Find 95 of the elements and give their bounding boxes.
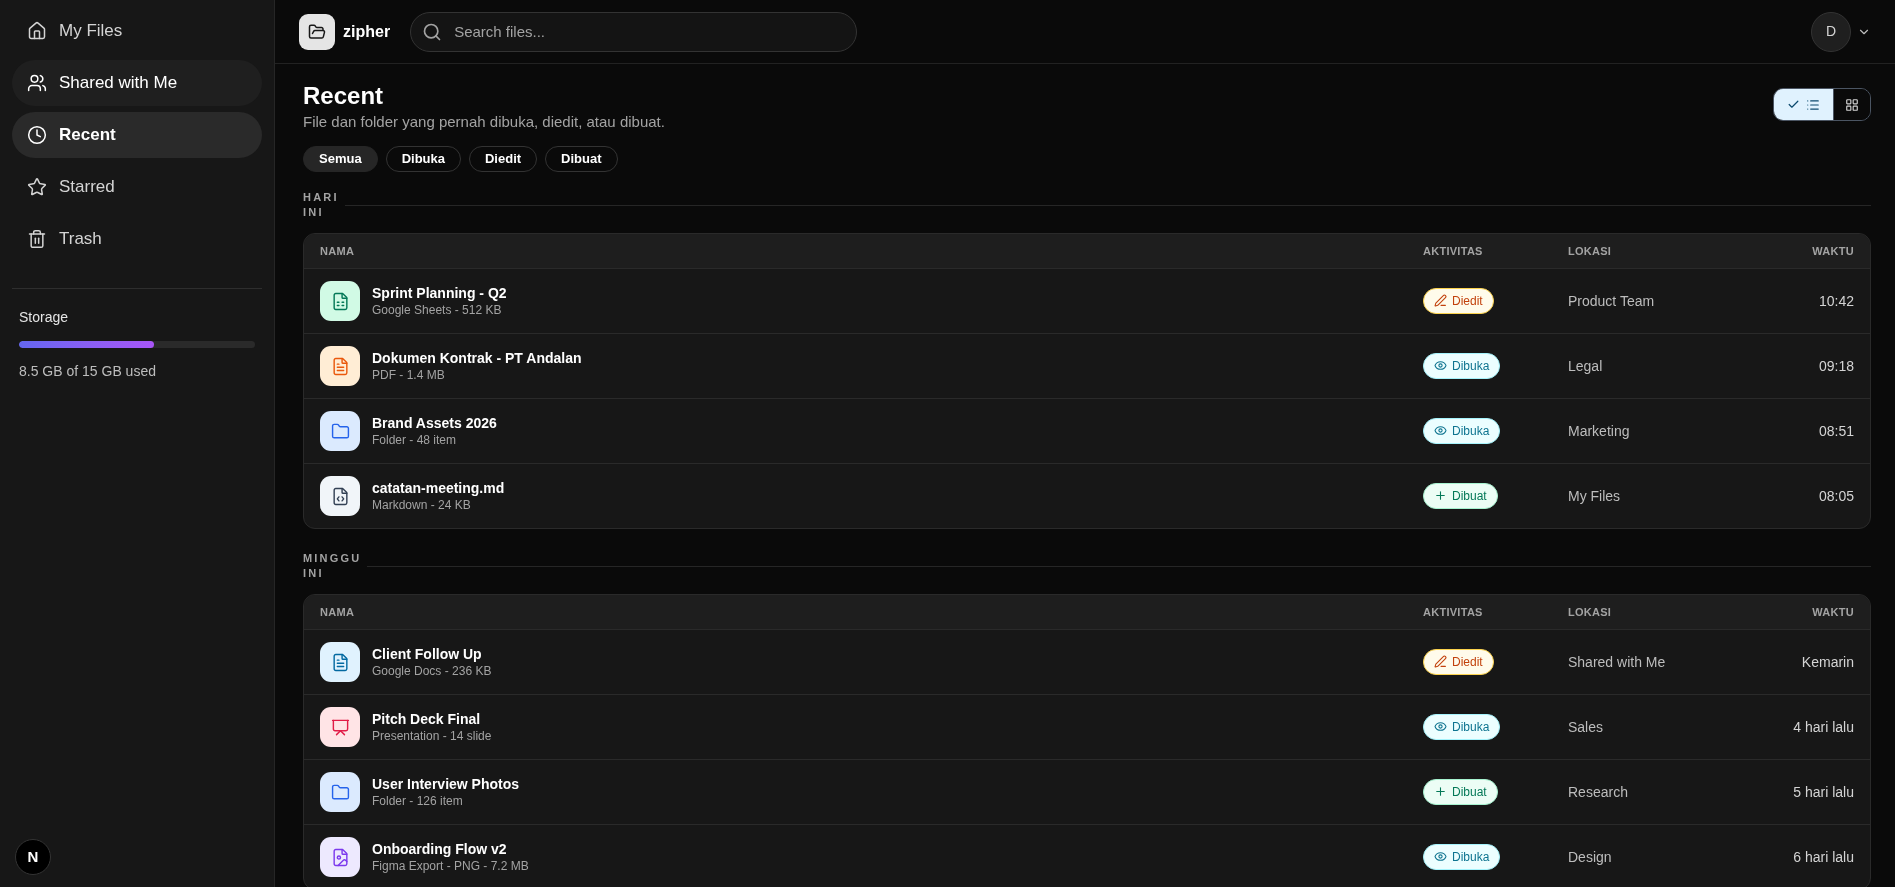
storage-usage: 8.5 GB of 15 GB used [19,362,157,381]
column-header: LOKASI [1568,604,1612,620]
file-meta: Figma Export - PNG - 7.2 MB [372,858,529,874]
file-name[interactable]: Brand Assets 2026 [372,414,497,432]
activity-tag: Dibuat [1423,778,1498,805]
column-header: LOKASI [1568,243,1612,259]
location-text: Sales [1568,717,1604,737]
filter-chip[interactable]: Dibuat [545,146,618,172]
time-text: 08:51 [1818,421,1854,441]
presentation-icon [320,707,360,747]
file-name[interactable]: Dokumen Kontrak - PT Andalan [372,349,582,367]
activity-tag: Diedit [1423,648,1494,675]
home-icon [27,21,47,41]
folder-icon [320,772,360,812]
file-name[interactable]: Pitch Deck Final [372,710,492,728]
location-text: My Files [1568,486,1621,506]
file-meta: Markdown - 24 KB [372,497,472,513]
document-icon [320,642,360,682]
time-text: Kemarin [1801,652,1854,672]
file-meta: Google Docs - 236 KB [372,663,492,679]
check-icon [1787,98,1800,111]
column-header: AKTIVITAS [1423,604,1483,620]
location-text: Marketing [1568,421,1630,441]
pencil-icon [1434,294,1447,308]
activity-tag: Dibuka [1423,352,1501,379]
activity-tag: Dibuka [1423,417,1501,444]
sidebar-item[interactable]: Recent [12,112,262,158]
filter-chip[interactable]: Dibuka [385,146,461,172]
document-icon [320,346,360,386]
file-meta: Presentation - 14 slide [372,728,492,744]
sidebar-item[interactable]: Trash [12,216,262,262]
eye-icon [1434,720,1447,734]
app-name: zipher [343,21,391,42]
filter-chip[interactable]: Diedit [469,146,538,172]
time-text: 4 hari lalu [1793,717,1854,737]
location-text: Design [1568,847,1612,867]
storage-label: Storage [19,308,70,327]
sidebar-item[interactable]: My Files [12,8,262,54]
activity-tag: Dibuka [1423,843,1501,870]
users-icon [27,73,47,93]
file-meta: Folder - 126 item [372,793,464,809]
eye-icon [1434,850,1447,864]
dev-badge[interactable]: N [15,839,51,875]
star-icon [27,177,47,197]
location-text: Legal [1568,356,1603,376]
eye-icon [1434,424,1447,438]
location-text: Product Team [1568,291,1655,311]
file-name[interactable]: User Interview Photos [372,775,520,793]
time-text: 5 hari lalu [1793,782,1854,802]
sidebar-item[interactable]: Starred [12,164,262,210]
trash-icon [27,229,47,249]
column-header: NAMA [320,243,355,259]
plus-icon [1434,489,1447,503]
file-name[interactable]: catatan-meeting.md [372,479,505,497]
grid-view-button[interactable] [1833,89,1870,120]
time-text: 6 hari lalu [1793,847,1854,867]
search-field[interactable]: Search files... [410,11,858,52]
file-name[interactable]: Sprint Planning - Q2 [372,284,507,302]
page-title: Recent [303,81,385,111]
list-view-button[interactable] [1774,89,1833,120]
column-header: WAKTU [1812,243,1854,259]
file-meta: Folder - 48 item [372,432,458,448]
grid-icon [1845,97,1859,112]
location-text: Research [1568,782,1628,802]
eye-icon [1434,359,1447,373]
file-name[interactable]: Onboarding Flow v2 [372,840,529,858]
time-text: 08:05 [1818,486,1854,506]
list-icon [1806,97,1820,112]
activity-tag: Dibuka [1423,713,1501,740]
code-file-icon [320,476,360,516]
filter-chip[interactable]: Semua [303,146,378,172]
section-title: HARI INI [303,190,339,220]
file-name[interactable]: Client Follow Up [372,645,492,663]
file-meta: Google Sheets - 512 KB [372,302,503,318]
spreadsheet-icon [320,281,360,321]
location-text: Shared with Me [1568,652,1666,672]
time-text: 09:18 [1818,356,1854,376]
time-text: 10:42 [1818,291,1854,311]
column-header: WAKTU [1812,604,1854,620]
activity-tag: Diedit [1423,287,1494,314]
image-file-icon [320,837,360,877]
clock-icon [27,125,47,145]
search-icon [422,21,443,42]
sidebar-item[interactable]: Shared with Me [12,60,262,106]
activity-tag: Dibuat [1423,482,1498,509]
page-subtitle: File dan folder yang pernah dibuka, diedit, atau dibuat. [303,112,665,132]
folder-logo-icon [299,13,335,50]
avatar[interactable]: D [1811,11,1851,52]
folder-icon [320,411,360,451]
section-title: MINGGU INI [303,551,362,581]
column-header: NAMA [320,604,355,620]
column-header: AKTIVITAS [1423,243,1483,259]
pencil-icon [1434,655,1447,669]
plus-icon [1434,785,1447,799]
file-meta: PDF - 1.4 MB [372,367,446,383]
